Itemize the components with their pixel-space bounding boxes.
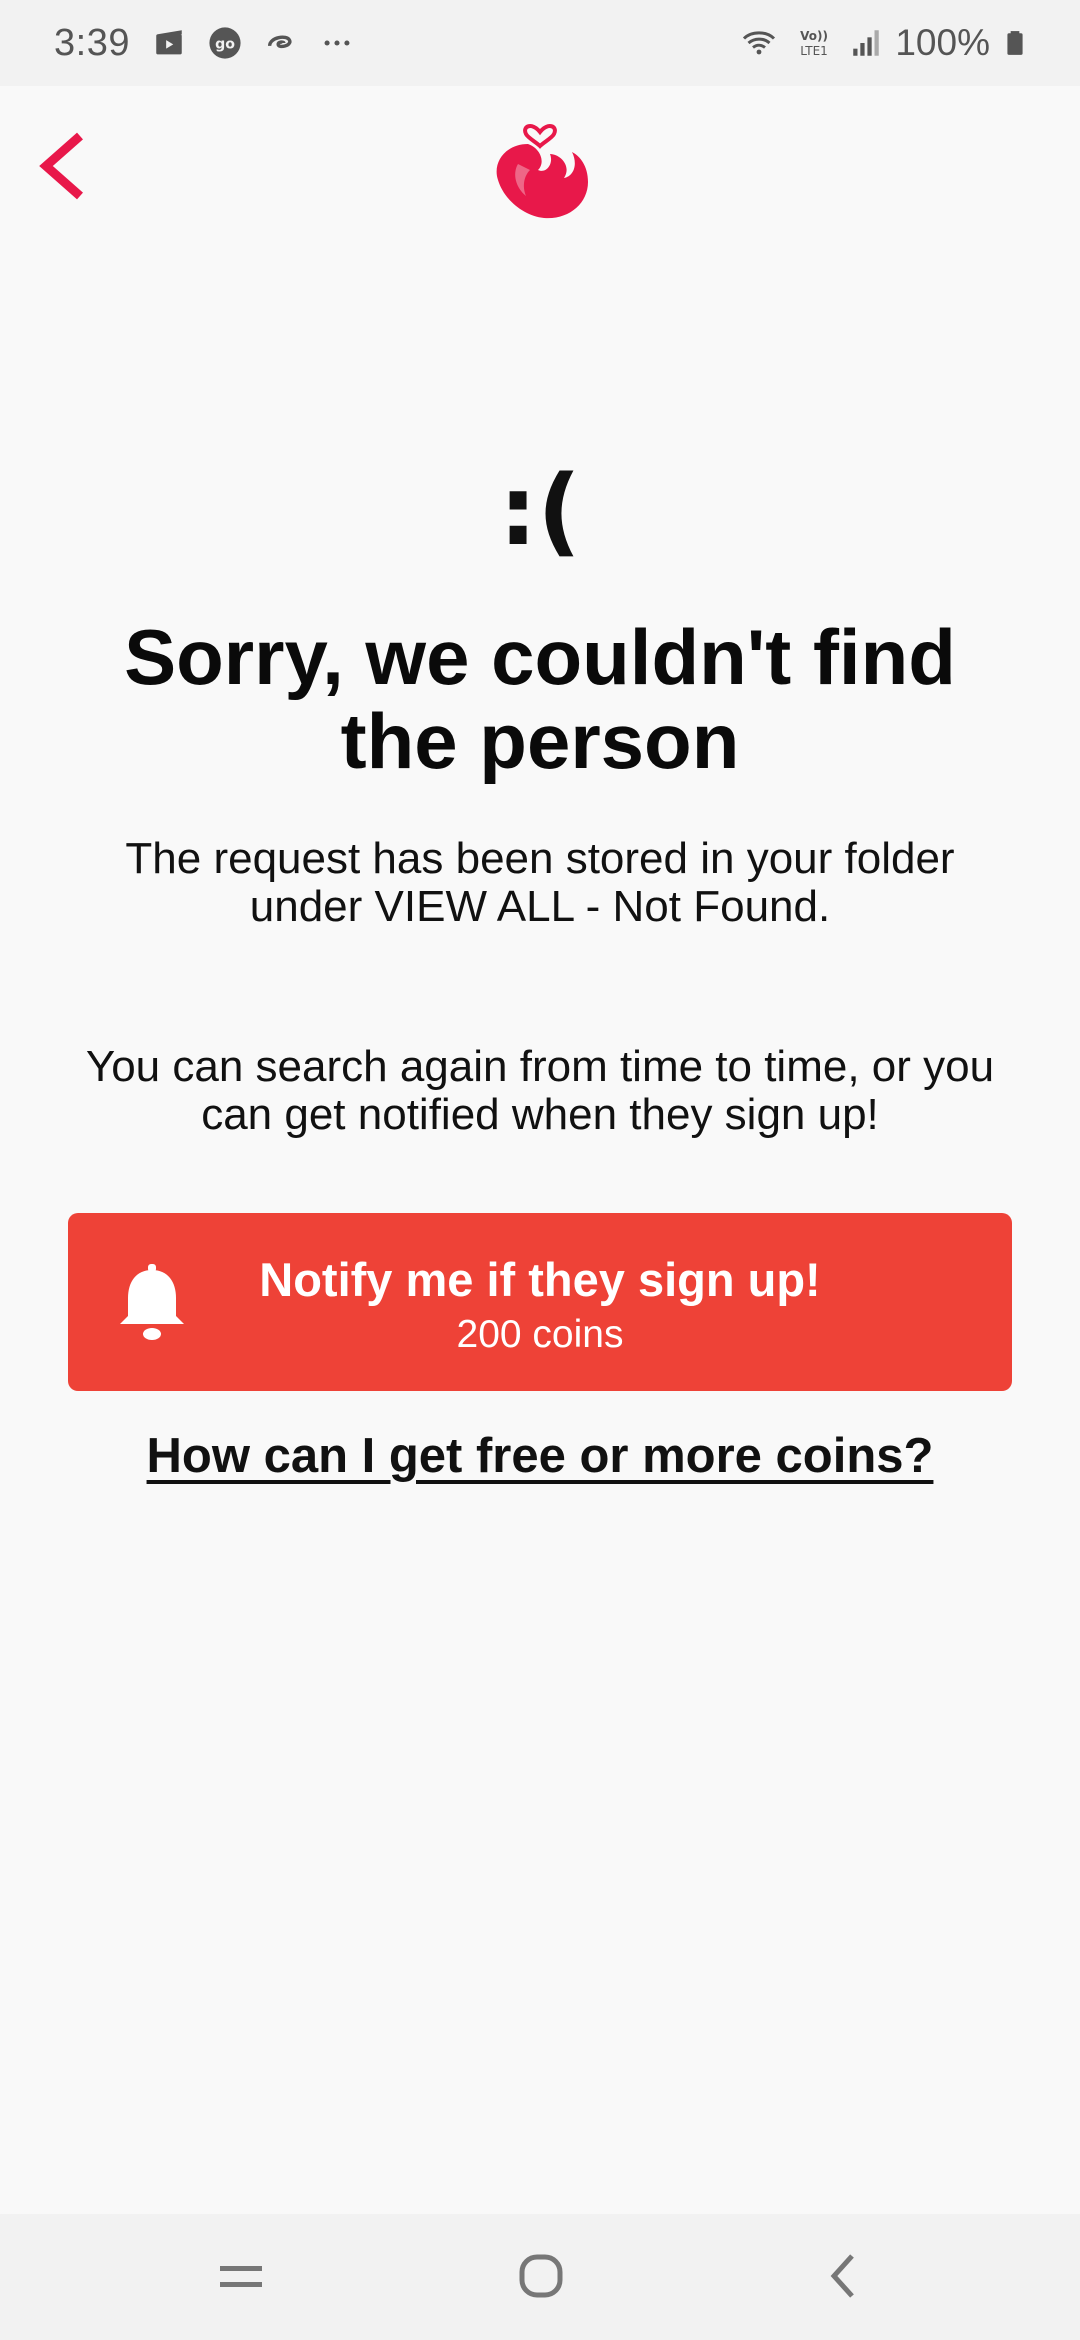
back-icon[interactable] xyxy=(812,2244,878,2310)
notify-button-cost[interactable]: 200 coins xyxy=(68,1313,1012,1357)
status-right: Vo)) LTE1 100% xyxy=(739,22,1028,64)
app-header xyxy=(0,86,1080,236)
recent-apps-icon[interactable] xyxy=(208,2244,274,2310)
app-logo xyxy=(496,124,588,219)
swirl-icon xyxy=(267,35,292,49)
sad-face-emoticon: :( xyxy=(498,455,582,567)
svg-text:go: go xyxy=(215,37,235,53)
status-left: 3:39 go xyxy=(54,22,354,65)
signal-icon xyxy=(853,30,880,56)
notify-button-label[interactable]: Notify me if they sign up! xyxy=(68,1252,1012,1307)
more-dots-icon xyxy=(324,40,350,46)
svg-text:LTE1: LTE1 xyxy=(801,44,829,58)
wifi-icon xyxy=(743,31,776,55)
page-title: Sorry, we couldn't find the person xyxy=(124,613,956,785)
stored-message: The request has been stored in your fold… xyxy=(125,834,955,931)
battery-icon xyxy=(1007,31,1023,55)
svg-text:Vo)): Vo)) xyxy=(800,29,828,43)
status-time: 3:39 xyxy=(54,21,130,64)
free-coins-link[interactable]: How can I get free or more coins? xyxy=(0,1428,1080,1484)
battery-percent: 100% xyxy=(895,22,990,63)
back-chevron-icon[interactable] xyxy=(30,126,94,206)
go-icon: go xyxy=(209,27,241,59)
volte-icon: Vo)) LTE1 xyxy=(800,29,829,58)
clapperboard-icon xyxy=(156,30,182,55)
search-again-hint: You can search again from time to time, … xyxy=(85,1042,995,1139)
system-nav-bar xyxy=(0,2214,1080,2340)
status-bar: 3:39 go Vo)) LTE1 100% xyxy=(0,0,1080,86)
home-icon[interactable] xyxy=(508,2244,574,2310)
